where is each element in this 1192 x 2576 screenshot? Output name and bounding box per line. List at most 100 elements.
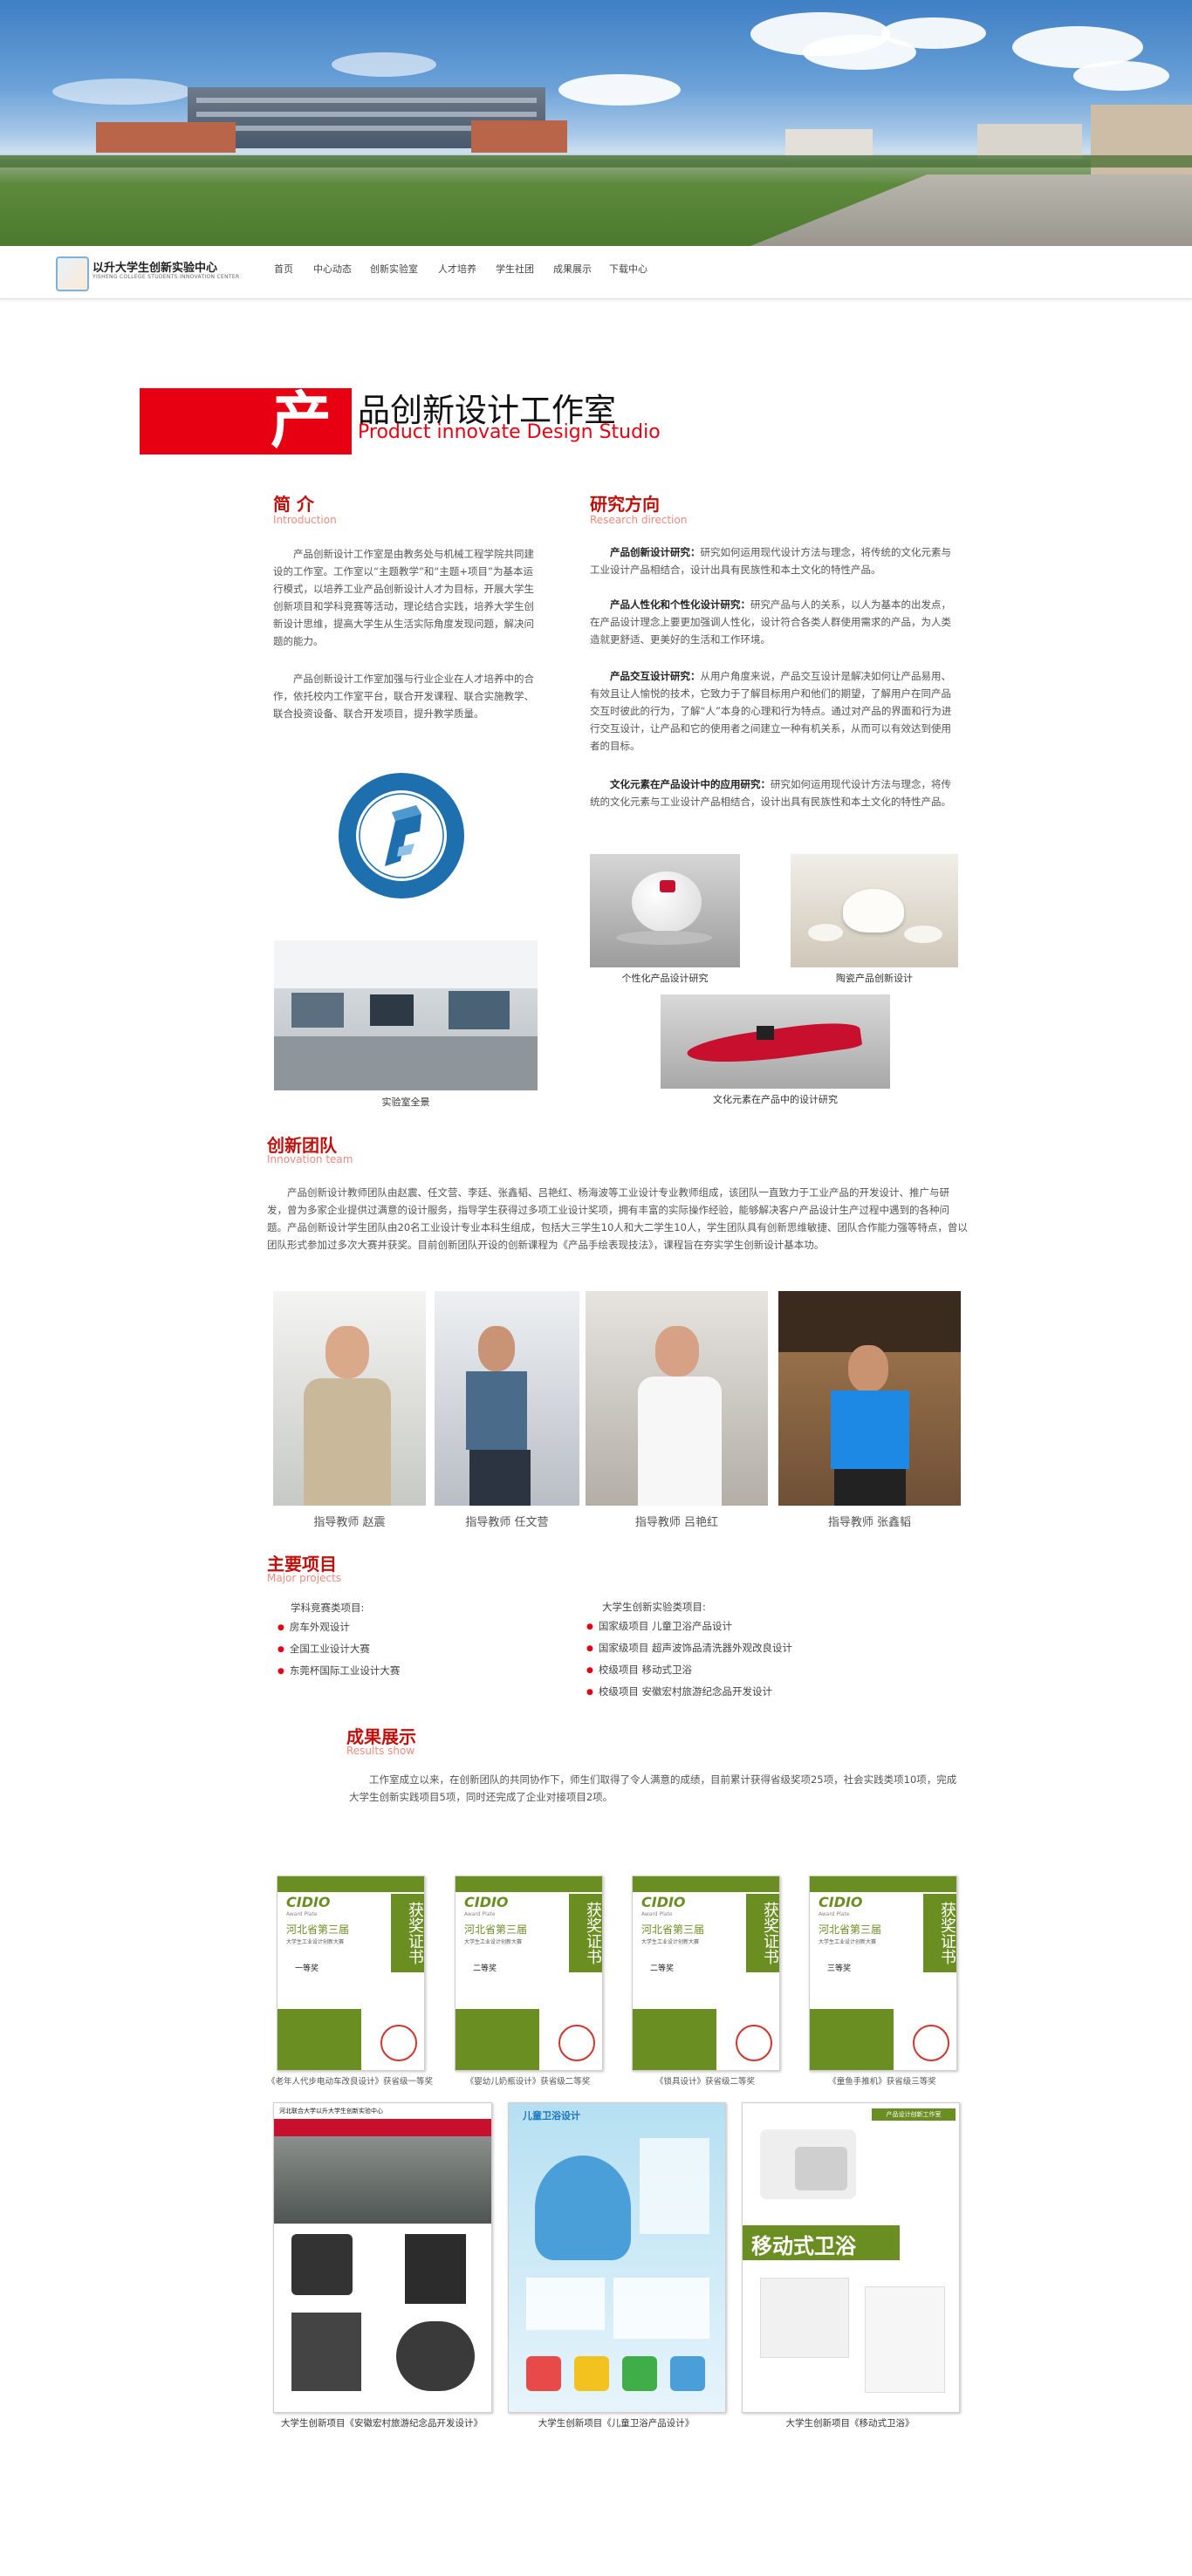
ceramic-product-caption: 陶瓷产品创新设计 bbox=[836, 973, 913, 984]
list-item: 校级项目 移动式卫浴 bbox=[586, 1660, 792, 1682]
cert-sub: 大学生工业设计创新大赛 bbox=[641, 1939, 700, 1945]
member-photo-lv bbox=[586, 1291, 768, 1506]
poster-hongcun[interactable]: 河北联合大学以升大学生创新实验中心 bbox=[273, 2102, 492, 2413]
cert-right-label: 获奖证书 bbox=[391, 1894, 424, 1972]
cert-sub: 大学生工业设计创新大赛 bbox=[819, 1939, 877, 1945]
nav-item-news[interactable]: 中心动态 bbox=[313, 262, 352, 276]
cert-sub: 大学生工业设计创新大赛 bbox=[286, 1939, 345, 1945]
cert-brand: CIDIO bbox=[641, 1894, 686, 1910]
list-item: 国家级项目 超声波饰品清洗器外观改良设计 bbox=[586, 1638, 792, 1660]
list-item: 东莞杯国际工业设计大赛 bbox=[277, 1661, 401, 1683]
nav-item-clubs[interactable]: 学生社团 bbox=[496, 262, 534, 276]
poster-kids-bathroom[interactable]: 儿童卫浴设计 bbox=[508, 2102, 726, 2413]
poster-mobile-title: 移动式卫浴 bbox=[751, 2234, 856, 2258]
certificate-2-caption: 《婴幼儿奶瓶设计》获省级二等奖 bbox=[465, 2077, 591, 2087]
member-caption-lv: 指导教师 吕艳红 bbox=[634, 1516, 719, 1529]
results-paragraph: 工作室成立以来，在创新团队的共同协作下，师生们取得了令人满意的成绩，目前累计获得… bbox=[349, 1773, 957, 1803]
logo-subtitle: YISHENG COLLEGE STUDENTS INNOVATION CENT… bbox=[92, 274, 240, 280]
member-photo-ren bbox=[435, 1291, 579, 1506]
cert-right-label: 获奖证书 bbox=[923, 1894, 956, 1972]
cert-brand-sub: Award Plate bbox=[819, 1911, 850, 1917]
competition-projects-title: 学科竞赛类项目: bbox=[291, 1602, 365, 1614]
research-item-3-text: 从用户角度来说，产品交互设计是解决如何让产品易用、有效且让人愉悦的技术，它致力于… bbox=[590, 670, 952, 752]
hero-banner bbox=[0, 0, 1192, 246]
cert-right-label: 获奖证书 bbox=[746, 1894, 779, 1972]
nav-item-home[interactable]: 首页 bbox=[274, 262, 293, 276]
intro-heading-en: Introduction bbox=[273, 514, 337, 526]
cultural-element-caption: 文化元素在产品中的设计研究 bbox=[713, 1094, 838, 1105]
studio-seal-logo bbox=[336, 770, 467, 901]
lab-photo-caption: 实验室全景 bbox=[381, 1097, 430, 1108]
projects-heading-en: Major projects bbox=[267, 1572, 342, 1584]
top-navigation: 以升大学生创新实验中心 YISHENG COLLEGE STUDENTS INN… bbox=[0, 246, 1192, 299]
cert-stamp bbox=[736, 2025, 772, 2061]
logo-title[interactable]: 以升大学生创新实验中心 bbox=[92, 258, 217, 275]
list-item: 校级项目 安徽宏村旅游纪念品开发设计 bbox=[586, 1682, 792, 1704]
poster-mobile-tag: 产品设计创新工作室 bbox=[872, 2108, 956, 2121]
poster-hongcun-caption: 大学生创新项目《安徽宏村旅游纪念品开发设计》 bbox=[281, 2418, 483, 2429]
cert-stamp bbox=[558, 2025, 595, 2061]
certificate-3-caption: 《锁具设计》获省级二等奖 bbox=[654, 2077, 755, 2087]
member-caption-zhang: 指导教师 张鑫韬 bbox=[827, 1516, 912, 1529]
certificate-1-caption: 《老年人代步电动车改良设计》获省级一等奖 bbox=[266, 2077, 433, 2087]
research-item-3: 产品交互设计研究：从用户角度来说，产品交互设计是解决如何让产品易用、有效且让人愉… bbox=[590, 667, 959, 755]
cert-brand-sub: Award Plate bbox=[464, 1911, 496, 1917]
team-heading-en: Innovation team bbox=[267, 1153, 353, 1165]
cert-brand-sub: Award Plate bbox=[286, 1911, 318, 1917]
list-item: 房车外观设计 bbox=[277, 1617, 400, 1639]
results-heading-en: Results show bbox=[346, 1745, 415, 1757]
cert-title: 河北省第三届 bbox=[464, 1923, 528, 1936]
member-photo-zhang bbox=[778, 1291, 961, 1506]
cert-right-label: 获奖证书 bbox=[569, 1894, 602, 1972]
certificate-2[interactable]: CIDIO Award Plate 河北省第三届 大学生工业设计创新大赛 获奖证… bbox=[455, 1876, 603, 2071]
cert-sub: 大学生工业设计创新大赛 bbox=[464, 1939, 523, 1945]
certificate-1[interactable]: CIDIO Award Plate 河北省第三届 大学生工业设计创新大赛 获奖证… bbox=[277, 1876, 425, 2071]
research-item-2: 产品人性化和个性化设计研究：研究产品与人的关系，以人为基本的出发点，在产品设计理… bbox=[590, 596, 959, 648]
poster-mobile-caption: 大学生创新项目《移动式卫浴》 bbox=[785, 2418, 915, 2429]
nav-item-training[interactable]: 人才培养 bbox=[438, 262, 476, 276]
nav-item-lab[interactable]: 创新实验室 bbox=[370, 262, 418, 276]
cert-brand: CIDIO bbox=[464, 1894, 509, 1910]
personalized-product-photo bbox=[590, 854, 740, 967]
intro-paragraph-1: 产品创新设计工作室是由教务处与机械工程学院共同建设的工作室。工作室以“主题教学”… bbox=[273, 548, 534, 647]
nav-item-results[interactable]: 成果展示 bbox=[553, 262, 592, 276]
lab-photo bbox=[274, 940, 538, 1090]
intro-paragraph-2: 产品创新设计工作室加强与行业企业在人才培养中的合作，依托校内工作室平台，联合开发… bbox=[273, 673, 534, 720]
logo-icon[interactable] bbox=[56, 256, 89, 291]
cert-stamp bbox=[913, 2025, 949, 2061]
nav-item-downloads[interactable]: 下载中心 bbox=[609, 262, 647, 276]
cert-title: 河北省第三届 bbox=[819, 1923, 882, 1936]
cert-prize: 二等奖 bbox=[650, 1964, 675, 1973]
innovation-projects-title: 大学生创新实验类项目: bbox=[602, 1601, 706, 1613]
poster-kids-title: 儿童卫浴设计 bbox=[523, 2110, 580, 2122]
page-title-en: Product innovate Design Studio bbox=[358, 421, 661, 443]
member-photo-zhao bbox=[273, 1291, 426, 1506]
certificate-3[interactable]: CIDIO Award Plate 河北省第三届 大学生工业设计创新大赛 获奖证… bbox=[632, 1876, 780, 2071]
cert-brand-sub: Award Plate bbox=[641, 1911, 673, 1917]
cert-prize: 二等奖 bbox=[473, 1964, 497, 1973]
research-item-1: 产品创新设计研究：研究如何运用现代设计方法与理念，将传统的文化元素与工业设计产品… bbox=[590, 543, 959, 578]
cert-prize: 三等奖 bbox=[827, 1964, 852, 1973]
certificate-4[interactable]: CIDIO Award Plate 河北省第三届 大学生工业设计创新大赛 获奖证… bbox=[809, 1876, 957, 2071]
innovation-project-list: 国家级项目 儿童卫浴产品设计 国家级项目 超声波饰品清洗器外观改良设计 校级项目… bbox=[586, 1616, 792, 1704]
cert-brand: CIDIO bbox=[286, 1894, 331, 1910]
personalized-product-caption: 个性化产品设计研究 bbox=[621, 973, 709, 984]
cert-brand: CIDIO bbox=[819, 1894, 863, 1910]
research-item-4: 文化元素在产品设计中的应用研究：研究如何运用现代设计方法与理念，将传统的文化元素… bbox=[590, 776, 959, 810]
poster-kids-caption: 大学生创新项目《儿童卫浴产品设计》 bbox=[538, 2418, 695, 2429]
member-caption-ren: 指导教师 任文营 bbox=[465, 1516, 549, 1529]
cert-title: 河北省第三届 bbox=[641, 1923, 705, 1936]
team-paragraph: 产品创新设计教师团队由赵震、任文营、李廷、张鑫韬、吕艳红、杨海波等工业设计专业教… bbox=[267, 1186, 968, 1251]
certificate-4-caption: 《童鱼手推机》获省级三等奖 bbox=[828, 2077, 936, 2087]
research-item-4-title: 文化元素在产品设计中的应用研究： bbox=[610, 778, 771, 790]
title-big-char: 产 bbox=[271, 384, 332, 456]
cert-prize: 一等奖 bbox=[295, 1964, 319, 1973]
research-item-1-title: 产品创新设计研究： bbox=[610, 546, 701, 558]
list-item: 全国工业设计大赛 bbox=[277, 1639, 400, 1661]
research-item-3-title: 产品交互设计研究： bbox=[610, 670, 701, 682]
poster-mobile-bathroom[interactable]: 产品设计创新工作室 移动式卫浴 bbox=[742, 2102, 960, 2413]
research-item-2-title: 产品人性化和个性化设计研究： bbox=[610, 598, 750, 611]
member-caption-zhao: 指导教师 赵震 bbox=[313, 1516, 386, 1529]
cert-stamp bbox=[380, 2025, 417, 2061]
research-heading: 研究方向 bbox=[590, 494, 660, 515]
